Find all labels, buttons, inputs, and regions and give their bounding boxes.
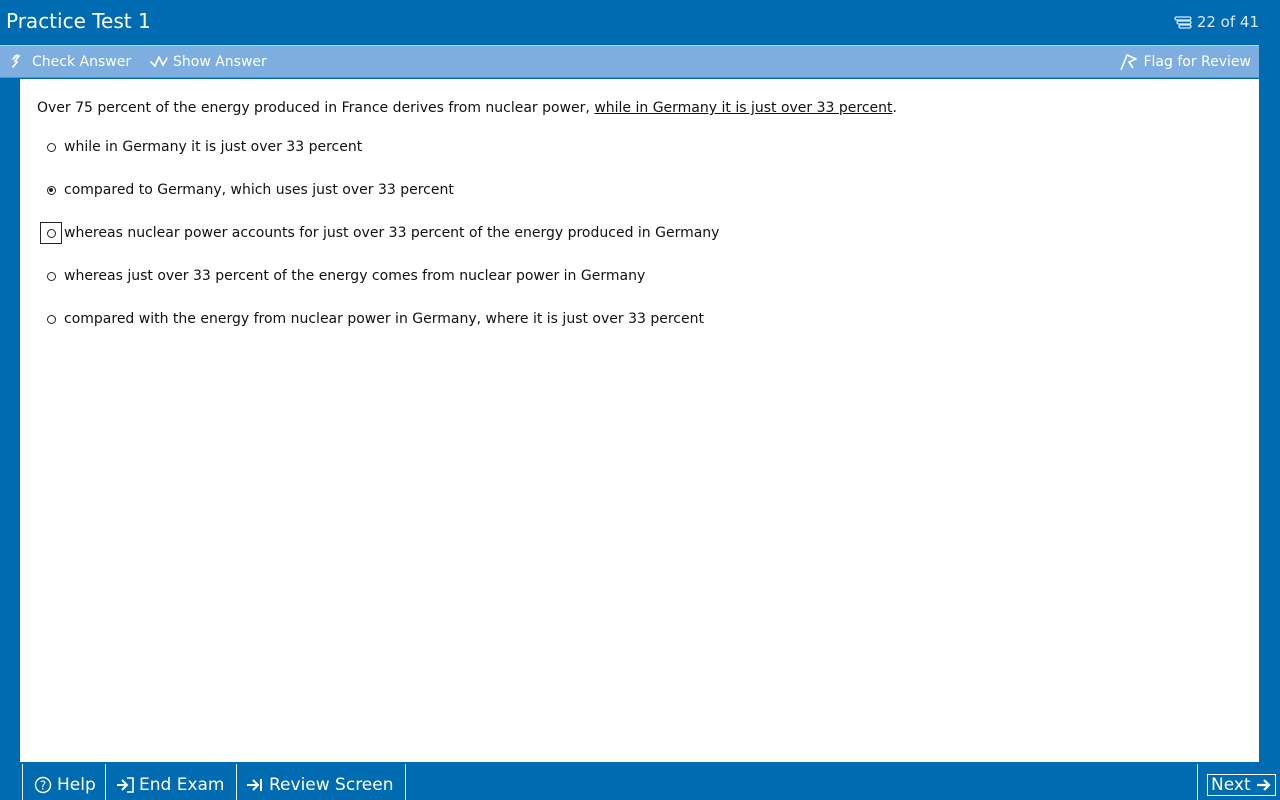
show-answer-label: Show Answer bbox=[173, 54, 267, 70]
answer-choice-label: whereas nuclear power accounts for just … bbox=[64, 225, 720, 241]
review-screen-icon bbox=[246, 777, 264, 793]
check-answer-label: Check Answer bbox=[32, 54, 132, 70]
title-bar: Practice Test 1 22 of 41 bbox=[0, 0, 1280, 44]
end-exam-label: End Exam bbox=[139, 775, 225, 795]
check-answer-button[interactable]: Check Answer bbox=[10, 46, 131, 78]
next-label: Next bbox=[1211, 775, 1251, 795]
answer-choice-b[interactable]: compared to Germany, which uses just ove… bbox=[40, 177, 454, 203]
question-stem: Over 75 percent of the energy produced i… bbox=[37, 100, 897, 116]
svg-text:?: ? bbox=[40, 779, 46, 793]
radio-button-d[interactable] bbox=[40, 265, 62, 287]
flag-icon bbox=[1119, 53, 1139, 71]
end-exam-button[interactable]: End Exam bbox=[105, 764, 237, 800]
question-stack-icon bbox=[1174, 15, 1192, 29]
progress-text: 22 of 41 bbox=[1196, 13, 1259, 31]
radio-button-a[interactable] bbox=[40, 136, 62, 158]
review-screen-button[interactable]: Review Screen bbox=[236, 764, 406, 800]
question-progress: 22 of 41 bbox=[1174, 13, 1259, 31]
answer-choice-label: compared with the energy from nuclear po… bbox=[64, 311, 704, 327]
question-panel: Over 75 percent of the energy produced i… bbox=[20, 79, 1259, 762]
answer-choice-c[interactable]: whereas nuclear power accounts for just … bbox=[40, 220, 719, 246]
radio-button-e[interactable] bbox=[40, 308, 62, 330]
next-button[interactable]: Next bbox=[1197, 764, 1280, 800]
flag-for-review-label: Flag for Review bbox=[1143, 54, 1251, 70]
answer-choice-label: whereas just over 33 percent of the ener… bbox=[64, 268, 646, 284]
help-label: Help bbox=[57, 775, 96, 795]
stem-underlined: while in Germany it is just over 33 perc… bbox=[594, 100, 893, 116]
help-button[interactable]: ? Help bbox=[22, 764, 106, 800]
show-answer-icon bbox=[149, 53, 169, 71]
end-exam-icon bbox=[116, 777, 134, 793]
stem-suffix: . bbox=[892, 100, 897, 116]
answer-choice-d[interactable]: whereas just over 33 percent of the ener… bbox=[40, 263, 645, 289]
next-focus-ring: Next bbox=[1207, 774, 1276, 796]
show-answer-button[interactable]: Show Answer bbox=[149, 46, 267, 78]
arrow-right-icon bbox=[1256, 778, 1272, 792]
answer-choice-label: while in Germany it is just over 33 perc… bbox=[64, 139, 363, 155]
app-title: Practice Test 1 bbox=[6, 9, 151, 33]
bottom-bar: ? Help End Exam Review Screen Next bbox=[20, 764, 1280, 800]
answer-choice-e[interactable]: compared with the energy from nuclear po… bbox=[40, 306, 704, 332]
help-icon: ? bbox=[34, 776, 52, 794]
answer-choice-label: compared to Germany, which uses just ove… bbox=[64, 182, 454, 198]
flag-for-review-button[interactable]: Flag for Review bbox=[1119, 46, 1251, 78]
radio-button-c[interactable] bbox=[40, 222, 62, 244]
review-screen-label: Review Screen bbox=[269, 775, 394, 795]
toolbar: Check Answer Show Answer Flag for Review bbox=[0, 45, 1259, 78]
answer-choice-a[interactable]: while in Germany it is just over 33 perc… bbox=[40, 134, 362, 160]
stem-prefix: Over 75 percent of the energy produced i… bbox=[37, 100, 595, 116]
check-answer-icon bbox=[10, 53, 28, 71]
radio-button-b[interactable] bbox=[40, 179, 62, 201]
